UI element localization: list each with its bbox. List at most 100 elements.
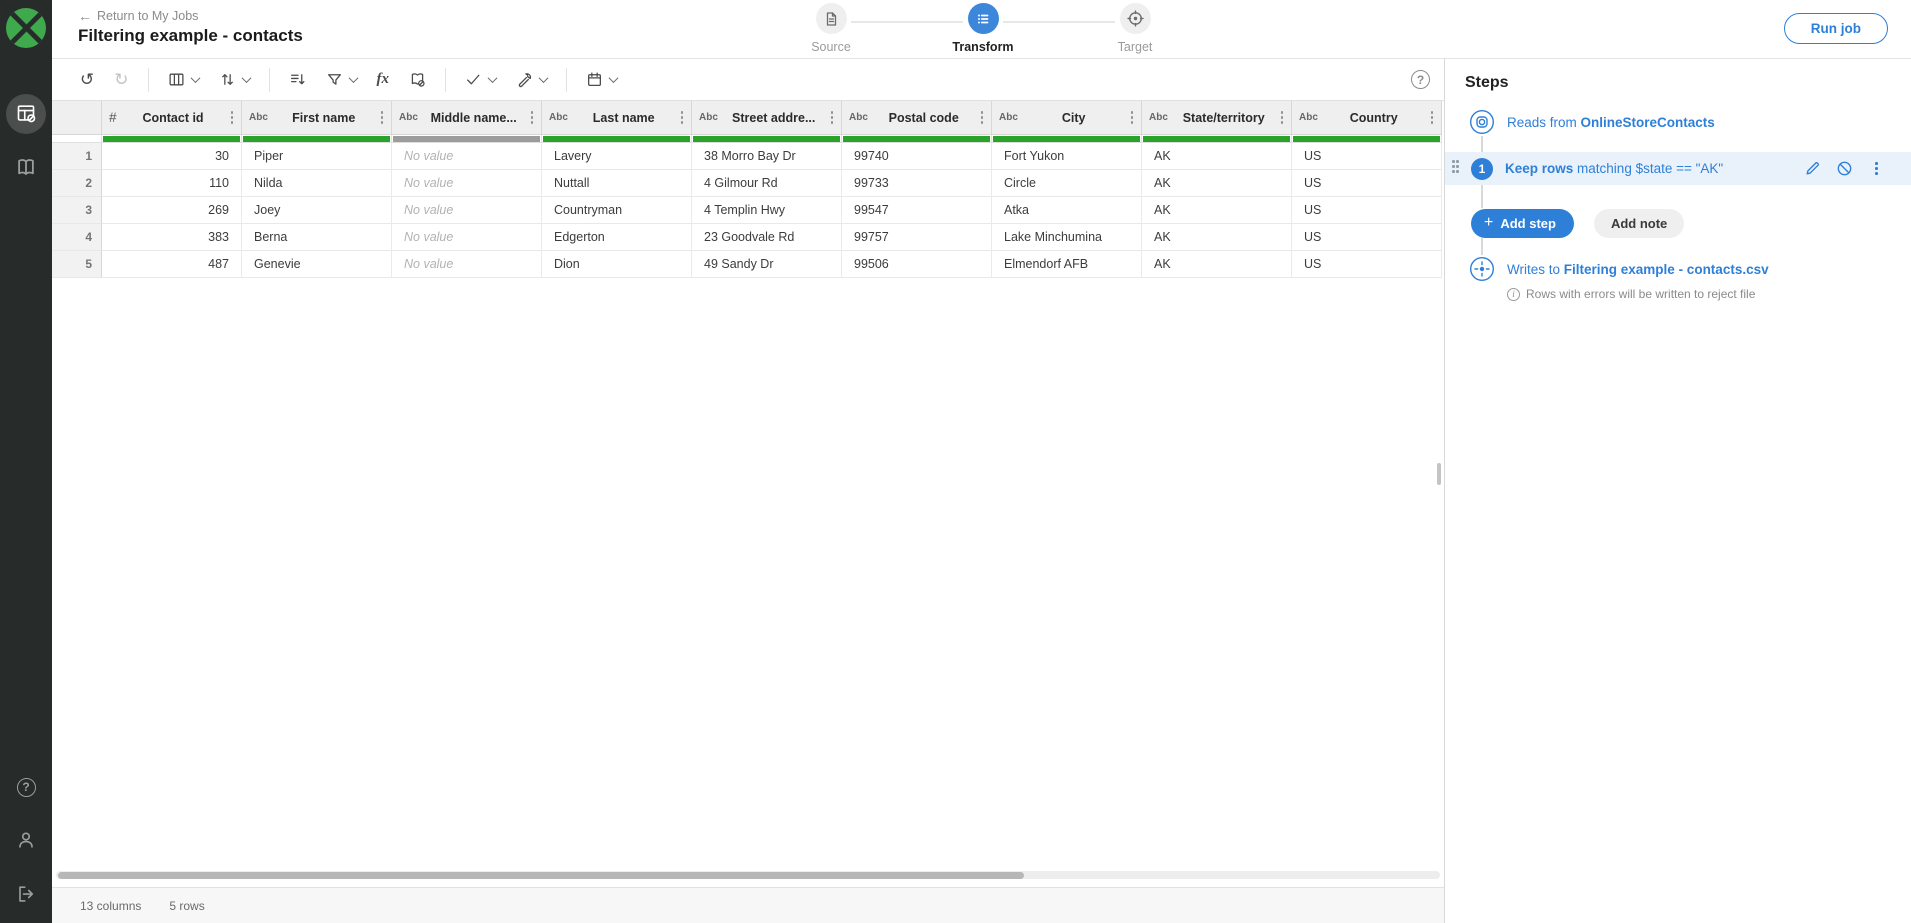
drag-handle-icon[interactable] [1452,160,1460,175]
quality-bar-green[interactable] [543,136,690,142]
column-header-middle-name-[interactable]: AbcMiddle name... [392,101,542,135]
row-number[interactable]: 5 [52,251,102,278]
vertical-scrollbar[interactable] [1437,463,1441,485]
table-cell[interactable]: Nuttall [542,170,692,197]
table-cell[interactable]: Piper [242,143,392,170]
dictionary-button[interactable] [402,65,433,95]
quality-bar-green[interactable] [243,136,390,142]
table-cell[interactable]: Joey [242,197,392,224]
table-cell[interactable]: 30 [102,143,242,170]
sort-rows-button[interactable] [212,65,257,95]
return-to-jobs-link[interactable]: ← Return to My Jobs [78,8,198,24]
table-cell[interactable]: AK [1142,170,1292,197]
run-job-button[interactable]: Run job [1784,13,1888,44]
sidebar-item-dataset-grid[interactable] [6,94,46,134]
quality-bar-gray[interactable] [393,136,540,142]
filter-button[interactable] [319,65,364,95]
table-cell[interactable]: AK [1142,251,1292,278]
table-cell[interactable]: 49 Sandy Dr [692,251,842,278]
grid-corner-cell[interactable] [52,101,102,135]
disable-step-button[interactable] [1836,160,1853,177]
select-columns-button[interactable] [161,65,206,95]
table-cell[interactable]: Berna [242,224,392,251]
add-note-button[interactable]: Add note [1594,209,1684,238]
undo-icon[interactable]: ↺ [73,65,101,95]
table-cell[interactable]: Circle [992,170,1142,197]
horizontal-scrollbar-thumb[interactable] [58,872,1024,879]
quality-bar-green[interactable] [103,136,240,142]
column-menu-icon[interactable] [1428,109,1437,126]
row-number[interactable]: 4 [52,224,102,251]
align-rows-button[interactable] [282,65,313,95]
column-header-street-addre-[interactable]: AbcStreet addre... [692,101,842,135]
table-cell[interactable]: 4 Templin Hwy [692,197,842,224]
table-cell[interactable]: 99740 [842,143,992,170]
tools-button[interactable] [509,65,554,95]
column-header-state-territory[interactable]: AbcState/territory [1142,101,1292,135]
stepper-source[interactable]: Source [786,3,876,54]
table-cell[interactable]: Lavery [542,143,692,170]
quality-bar-green[interactable] [1143,136,1290,142]
add-step-button[interactable]: + Add step [1471,209,1574,238]
table-cell[interactable]: 99506 [842,251,992,278]
table-cell[interactable]: 487 [102,251,242,278]
quality-bar-green[interactable] [993,136,1140,142]
quality-bar-green[interactable] [693,136,840,142]
table-cell[interactable]: 23 Goodvale Rd [692,224,842,251]
table-cell[interactable]: 99547 [842,197,992,224]
table-cell[interactable]: AK [1142,197,1292,224]
table-cell[interactable]: No value [392,251,542,278]
table-cell[interactable]: US [1292,143,1442,170]
app-logo-icon[interactable] [6,8,46,48]
sidebar-item-signout[interactable] [10,879,42,911]
quality-bar-green[interactable] [843,136,990,142]
stepper-transform[interactable]: Transform [938,3,1028,54]
column-menu-icon[interactable] [228,109,237,126]
column-menu-icon[interactable] [528,109,537,126]
table-cell[interactable]: No value [392,143,542,170]
column-header-first-name[interactable]: AbcFirst name [242,101,392,135]
write-step-file-name[interactable]: Filtering example - contacts.csv [1564,262,1769,277]
read-step-dataset-name[interactable]: OnlineStoreContacts [1581,115,1715,130]
column-menu-icon[interactable] [678,109,687,126]
table-cell[interactable]: 383 [102,224,242,251]
table-cell[interactable]: US [1292,251,1442,278]
sidebar-item-library[interactable] [6,148,46,188]
column-header-contact-id[interactable]: #Contact id [102,101,242,135]
table-cell[interactable]: US [1292,197,1442,224]
table-cell[interactable]: Elmendorf AFB [992,251,1142,278]
stepper-target[interactable]: Target [1090,3,1180,54]
table-cell[interactable]: No value [392,224,542,251]
table-cell[interactable]: 38 Morro Bay Dr [692,143,842,170]
column-header-last-name[interactable]: AbcLast name [542,101,692,135]
table-cell[interactable]: Edgerton [542,224,692,251]
table-cell[interactable]: 269 [102,197,242,224]
row-number[interactable]: 3 [52,197,102,224]
table-cell[interactable]: Dion [542,251,692,278]
redo-icon[interactable]: ↻ [107,65,135,95]
sidebar-item-account[interactable] [10,825,42,857]
column-header-postal-code[interactable]: AbcPostal code [842,101,992,135]
table-cell[interactable]: Countryman [542,197,692,224]
table-cell[interactable]: 4 Gilmour Rd [692,170,842,197]
schedule-button[interactable] [579,65,624,95]
validate-button[interactable] [458,65,503,95]
table-cell[interactable]: No value [392,170,542,197]
table-cell[interactable]: No value [392,197,542,224]
read-step-row[interactable]: Reads from OnlineStoreContacts [1445,108,1911,136]
row-number[interactable]: 1 [52,143,102,170]
row-number[interactable]: 2 [52,170,102,197]
table-cell[interactable]: Lake Minchumina [992,224,1142,251]
edit-step-button[interactable] [1804,160,1821,177]
quality-bar-green[interactable] [1293,136,1440,142]
table-cell[interactable]: Genevie [242,251,392,278]
sidebar-item-help[interactable]: ? [10,771,42,803]
table-cell[interactable]: Atka [992,197,1142,224]
table-cell[interactable]: AK [1142,224,1292,251]
table-cell[interactable]: 99757 [842,224,992,251]
step-menu-icon[interactable] [1868,160,1885,177]
column-header-country[interactable]: AbcCountry [1292,101,1442,135]
column-menu-icon[interactable] [978,109,987,126]
table-cell[interactable]: US [1292,224,1442,251]
table-cell[interactable]: US [1292,170,1442,197]
